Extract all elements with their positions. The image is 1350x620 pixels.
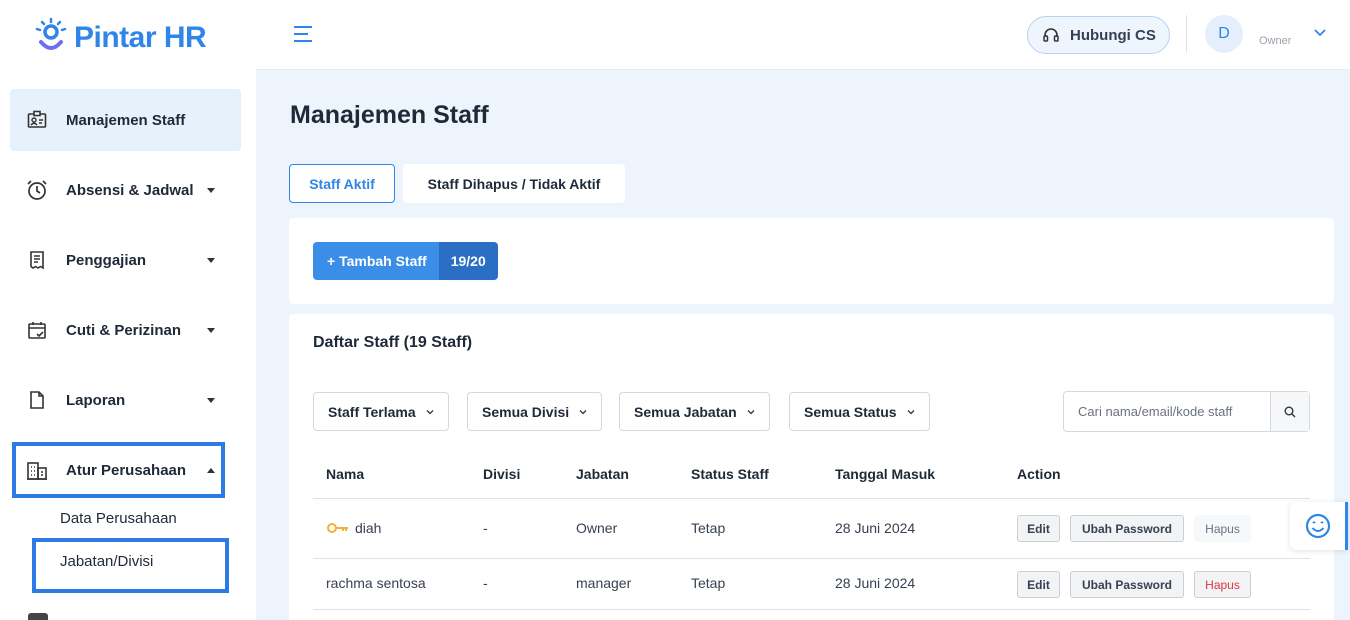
filter-label: Staff Terlama bbox=[328, 403, 416, 420]
column-header-tanggal[interactable]: Tanggal Masuk bbox=[835, 466, 935, 482]
smiley-icon bbox=[1305, 513, 1330, 539]
cell-jabatan: Owner bbox=[576, 520, 618, 536]
cell-nama: diah bbox=[355, 520, 382, 536]
alarm-clock-icon bbox=[26, 179, 48, 201]
table-header-divider bbox=[313, 498, 1310, 499]
add-staff-button[interactable]: + Tambah Staff 19/20 bbox=[313, 242, 498, 280]
division-filter-dropdown[interactable]: Semua Divisi bbox=[467, 392, 603, 431]
cell-status: Tetap bbox=[691, 520, 726, 536]
caret-down-icon bbox=[207, 327, 215, 333]
sidebar-item-cuti-perizinan[interactable]: Cuti & Perizinan bbox=[10, 299, 241, 361]
header-divider bbox=[1186, 15, 1187, 53]
contact-cs-button[interactable]: Hubungi CS bbox=[1027, 16, 1170, 54]
status-filter-dropdown[interactable]: Semua Status bbox=[789, 392, 930, 431]
column-header-action: Action bbox=[1017, 466, 1061, 482]
brand-name: Pintar HR bbox=[74, 21, 207, 54]
user-role: Owner bbox=[1259, 35, 1292, 47]
highlight-box-jabatan-divisi bbox=[32, 538, 229, 593]
sidebar: Pintar HR Manajemen Staff Absensi & Jadw… bbox=[0, 0, 256, 620]
column-header-status[interactable]: Status Staff bbox=[691, 466, 769, 482]
cell-status: Tetap bbox=[691, 575, 726, 591]
search-box bbox=[1063, 391, 1310, 432]
edit-button[interactable]: Edit bbox=[1017, 515, 1060, 542]
receipt-icon bbox=[26, 249, 48, 271]
sidebar-item-icon-partial bbox=[28, 613, 48, 620]
chevron-down-icon bbox=[907, 409, 915, 414]
sidebar-item-label: Manajemen Staff bbox=[66, 111, 186, 129]
tab-staff-dihapus[interactable]: Staff Dihapus / Tidak Aktif bbox=[403, 164, 625, 203]
cell-tanggal: 28 Juni 2024 bbox=[835, 575, 916, 591]
chevron-down-icon[interactable] bbox=[1314, 28, 1326, 38]
calendar-check-icon bbox=[26, 319, 48, 341]
avatar[interactable]: D bbox=[1205, 15, 1243, 53]
change-password-button[interactable]: Ubah Password bbox=[1070, 515, 1184, 542]
staff-quota-badge: 19/20 bbox=[438, 242, 498, 280]
cell-nama: rachma sentosa bbox=[326, 575, 426, 591]
sidebar-subitem-data-perusahaan[interactable]: Data Perusahaan bbox=[60, 510, 177, 527]
cell-jabatan: manager bbox=[576, 575, 632, 591]
chevron-down-icon bbox=[747, 409, 755, 414]
search-button[interactable] bbox=[1270, 392, 1309, 431]
column-header-divisi[interactable]: Divisi bbox=[483, 466, 520, 482]
cell-divisi: - bbox=[483, 520, 488, 536]
sidebar-item-label: Cuti & Perizinan bbox=[66, 321, 182, 339]
search-icon bbox=[1284, 406, 1296, 417]
column-header-nama[interactable]: Nama bbox=[326, 466, 364, 482]
change-password-button[interactable]: Ubah Password bbox=[1070, 571, 1184, 598]
row-divider bbox=[313, 609, 1310, 610]
highlight-box-atur-perusahaan bbox=[12, 442, 225, 498]
cell-divisi: - bbox=[483, 575, 488, 591]
filter-label: Semua Divisi bbox=[482, 403, 570, 420]
caret-down-icon bbox=[207, 257, 215, 263]
delete-button[interactable]: Hapus bbox=[1194, 571, 1251, 598]
staff-list-card: Daftar Staff (19 Staff) Staff Terlama Se… bbox=[289, 314, 1334, 620]
add-staff-card: + Tambah Staff 19/20 bbox=[289, 218, 1334, 304]
sidebar-item-label: Laporan bbox=[66, 391, 126, 409]
edit-button[interactable]: Edit bbox=[1017, 571, 1060, 598]
sidebar-item-label: Penggajian bbox=[66, 251, 147, 269]
brand-logo[interactable]: Pintar HR bbox=[32, 16, 207, 60]
page-title: Manajemen Staff bbox=[290, 101, 489, 129]
contact-cs-label: Hubungi CS bbox=[1070, 26, 1156, 44]
id-card-icon bbox=[26, 109, 48, 131]
sidebar-item-label: Absensi & Jadwal bbox=[66, 181, 194, 199]
chevron-down-icon bbox=[426, 409, 434, 414]
filter-label: Semua Status bbox=[804, 403, 897, 420]
pintar-logo-icon bbox=[35, 17, 67, 50]
delete-button-disabled: Hapus bbox=[1194, 515, 1251, 542]
sidebar-item-manajemen-staff[interactable]: Manajemen Staff bbox=[10, 89, 241, 151]
caret-down-icon bbox=[207, 187, 215, 193]
filter-label: Semua Jabatan bbox=[634, 403, 737, 420]
cell-tanggal: 28 Juni 2024 bbox=[835, 520, 916, 536]
search-input[interactable] bbox=[1064, 392, 1271, 431]
row-divider bbox=[313, 558, 1310, 559]
sidebar-item-absensi-jadwal[interactable]: Absensi & Jadwal bbox=[10, 159, 241, 221]
key-icon bbox=[327, 523, 348, 533]
sidebar-item-penggajian[interactable]: Penggajian bbox=[10, 229, 241, 291]
support-chat-button[interactable] bbox=[1290, 502, 1348, 550]
sidebar-item-laporan[interactable]: Laporan bbox=[10, 369, 241, 431]
sort-filter-dropdown[interactable]: Staff Terlama bbox=[313, 392, 449, 431]
chevron-down-icon bbox=[579, 409, 587, 414]
column-header-jabatan[interactable]: Jabatan bbox=[576, 466, 629, 482]
menu-toggle-icon[interactable] bbox=[294, 26, 312, 42]
headset-icon bbox=[1043, 28, 1059, 42]
position-filter-dropdown[interactable]: Semua Jabatan bbox=[619, 392, 770, 431]
tab-staff-aktif[interactable]: Staff Aktif bbox=[289, 164, 395, 203]
document-icon bbox=[26, 389, 48, 411]
staff-list-title: Daftar Staff (19 Staff) bbox=[313, 334, 473, 351]
caret-down-icon bbox=[207, 397, 215, 403]
add-staff-label: + Tambah Staff bbox=[313, 242, 439, 280]
top-header: Hubungi CS D Owner bbox=[256, 0, 1350, 70]
